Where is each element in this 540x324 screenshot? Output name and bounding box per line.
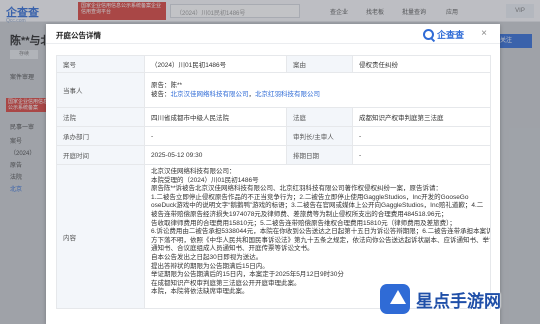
defendant-prefix: 被告： [151, 91, 171, 98]
plaintiff-prefix: 原告： [151, 82, 171, 89]
content-line: 告收取律师费用的合理费用15810元；5.二被告连带赔偿原告维权合理费用1581… [151, 219, 456, 227]
content-line: 北京汉佳网络科技有限公司： [151, 168, 236, 175]
content-line: 6.诉讼费用由二被告承担5338044元，本院在你收到公告送达之日起第十五日为诉… [151, 228, 490, 236]
table-row: 案号 （2024）川01民初1486号 案由 侵权责任纠纷 [56, 55, 491, 73]
cause-value: 侵权责任纠纷 [352, 55, 491, 73]
hearing-time-label: 开庭时间 [56, 145, 145, 165]
watermark-text: 星点手游网 [416, 291, 501, 312]
content-line: 自本公告发出之日起30日即视为送达。 [151, 253, 263, 261]
court-value: 四川省成都市中级人民法院 [144, 107, 287, 127]
content-line: 通知书、合议庭组成人员通知书、开庭传票等诉讼文书。 [151, 245, 314, 253]
hearing-time-value: 2025-05-12 09:30 [144, 145, 287, 165]
content-label: 内容 [56, 164, 145, 309]
defendant-link-2[interactable]: 北京红羽科技有限公司 [255, 91, 320, 98]
content-line: oseDuck游戏中的说明文字“鹅鹅鸭”游戏的标语；3.二被告在官网或媒体上公开… [151, 202, 484, 210]
case-no-value: （2024）川01民初1486号 [144, 55, 287, 73]
notice-table: 案号 （2024）川01民初1486号 案由 侵权责任纠纷 当事人 原告：陈**… [56, 55, 491, 309]
site-watermark: 星点手游网 [380, 278, 532, 320]
judge-value: - [352, 126, 491, 146]
table-row: 法院 四川省成都市中级人民法院 法庭 成都知识产权审判庭第三法庭 [56, 107, 491, 127]
judge-label: 审判长/主审人 [286, 126, 353, 146]
schedule-date-label: 排期日期 [286, 145, 353, 165]
case-no-label: 案号 [56, 55, 145, 73]
tribunal-label: 法庭 [286, 107, 353, 127]
content-line: 原告陈**诉被告北京汉佳网络科技有限公司、北京红羽科技有限公司著作权侵权纠纷一案… [151, 185, 443, 193]
brand-text: 企查查 [436, 29, 464, 40]
magnifier-logo-icon [422, 28, 434, 40]
modal-brand: 企查查 [422, 27, 464, 41]
plaintiff-name: 陈** [170, 82, 183, 89]
schedule-date-value: - [352, 145, 491, 165]
cause-label: 案由 [286, 55, 353, 73]
content-line: 提出答辩状的期限为公告期满后15日内。 [151, 262, 269, 270]
party-label: 当事人 [56, 72, 145, 108]
tribunal-value: 成都知识产权审判庭第三法庭 [352, 107, 491, 127]
table-row: 承办部门 - 审判长/主审人 - [56, 126, 491, 146]
close-button[interactable]: × [478, 28, 490, 40]
defendant-link-1[interactable]: 北京汉佳网络科技有限公司 [171, 91, 249, 98]
content-line: 被告连带赔偿原告经济损失1974078元及律师费、差旅费等为制止侵权所支出的合理… [151, 210, 448, 218]
party-value: 原告：陈** 被告：北京汉佳网络科技有限公司，北京红羽科技有限公司 [144, 72, 491, 108]
undertaker-label: 承办部门 [56, 126, 145, 146]
table-row: 当事人 原告：陈** 被告：北京汉佳网络科技有限公司，北京红羽科技有限公司 [56, 72, 491, 108]
table-row: 开庭时间 2025-05-12 09:30 排期日期 - [56, 145, 491, 165]
content-line: 本院受理的（2024）川01民初1486号 [151, 176, 259, 184]
modal-title: 开庭公告详情 [56, 31, 101, 40]
watermark-logo-icon [380, 284, 410, 314]
undertaker-value: - [144, 126, 287, 146]
court-label: 法院 [56, 107, 145, 127]
modal-header: 开庭公告详情 企查查 × [46, 24, 500, 44]
